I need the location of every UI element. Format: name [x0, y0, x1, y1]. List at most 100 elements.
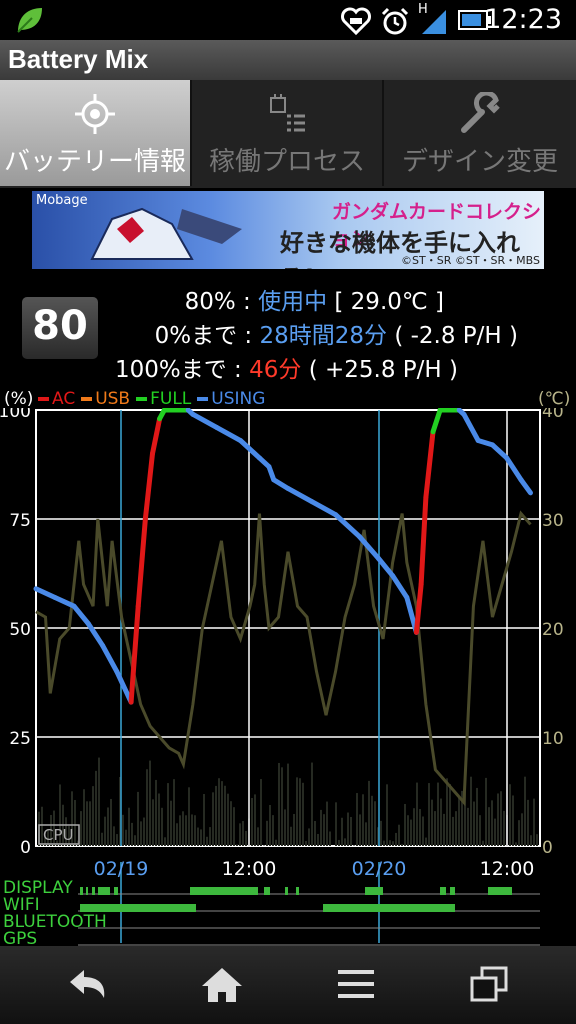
y-right-tick: 40	[542, 408, 564, 422]
tab-battery-info[interactable]: バッテリー情報	[0, 80, 192, 186]
cpu-bar	[308, 828, 310, 846]
cpu-bar	[221, 781, 223, 846]
cpu-bar	[269, 804, 271, 846]
battery-segment-using	[237, 438, 262, 461]
cpu-bar	[299, 778, 301, 846]
right-axis-unit: (℃)	[538, 389, 571, 409]
cpu-bar	[86, 801, 88, 846]
y-right-tick: 20	[542, 620, 564, 640]
cpu-bar	[347, 812, 349, 846]
cpu-bar	[161, 807, 163, 846]
cpu-bar	[425, 837, 427, 846]
cpu-bar	[134, 835, 136, 846]
status-row: 80% : 使用中 [ 29.0℃ ]	[185, 282, 444, 316]
cpu-bar	[242, 820, 244, 846]
legend-label-using: USING	[211, 389, 266, 409]
app-title: Battery Mix	[8, 44, 149, 74]
cpu-bar	[209, 827, 211, 846]
cpu-bar	[503, 810, 505, 846]
tab-label: バッテリー情報	[3, 147, 186, 177]
cpu-bar	[83, 789, 85, 846]
cpu-bar	[431, 799, 433, 846]
full-label: 100%まで :	[114, 357, 250, 383]
y-left-tick: 100	[0, 408, 31, 422]
heart-icon	[341, 7, 371, 36]
legend-swatch-ac	[38, 397, 49, 401]
y-left-tick: 0	[20, 838, 31, 858]
cpu-bar	[458, 796, 460, 846]
cpu-bar	[281, 767, 283, 846]
cpu-bar	[350, 816, 352, 846]
display-active-bar	[86, 887, 88, 895]
cpu-bar	[293, 813, 295, 846]
cpu-bar	[413, 808, 415, 846]
clock: 12:23	[484, 4, 562, 35]
battery-segment-using	[309, 499, 339, 518]
legend-label-usb: USB	[95, 389, 131, 409]
recent-apps-icon[interactable]	[466, 964, 514, 1004]
ad-banner[interactable]: Mobage ガンダムカードコレクション 好きな機体を手に入れろ! ©ST・SR…	[32, 191, 544, 269]
cpu-bar	[191, 814, 193, 846]
time-to-full-row: 100%まで : 46分 ( +25.8 P/H )	[115, 350, 458, 384]
left-axis-unit: (%)	[4, 389, 34, 409]
cpu-bar	[137, 791, 139, 846]
battery-level: 80	[32, 303, 88, 349]
cpu-bar	[500, 791, 502, 846]
cpu-bar	[227, 793, 229, 846]
battery-segment-ac	[135, 516, 148, 609]
cpu-bar	[233, 807, 235, 846]
cpu-bar	[515, 842, 517, 846]
cpu-bar	[92, 786, 94, 846]
cpu-bar	[488, 807, 490, 846]
cpu-bar	[116, 834, 118, 846]
cpu-bar	[374, 801, 376, 846]
battery-segment-using	[390, 573, 410, 600]
cpu-bar	[416, 782, 418, 846]
cpu-bar	[401, 843, 403, 846]
cpu-bar	[257, 827, 259, 846]
cpu-bar	[434, 811, 436, 846]
cpu-bar	[215, 785, 217, 846]
cpu-bar	[323, 814, 325, 846]
cpu-bar	[533, 798, 535, 846]
cpu-bar	[422, 816, 424, 846]
cpu-bar	[389, 840, 391, 846]
battery-segment-using	[85, 621, 106, 648]
cpu-bar	[131, 822, 133, 846]
cpu-bar	[479, 815, 481, 846]
cpu-bar	[149, 760, 151, 846]
cpu-bar	[494, 818, 496, 846]
tab-design[interactable]: デザイン変更	[384, 80, 576, 186]
cpu-bar	[338, 839, 340, 846]
cpu-bar	[452, 816, 454, 846]
home-icon[interactable]	[198, 964, 246, 1004]
legend-swatch-full	[136, 397, 148, 401]
tab-processes[interactable]: 稼働プロセス	[192, 80, 384, 186]
ad-credit: ©ST・SR ©ST・SR・MBS	[401, 254, 540, 267]
cpu-bar	[245, 830, 247, 846]
battery-segment-using	[190, 411, 220, 430]
cpu-bar	[455, 811, 457, 846]
cpu-bar	[446, 778, 448, 846]
cpu-bar	[383, 840, 385, 846]
cpu-bar	[290, 826, 292, 846]
cpu-bar	[260, 779, 262, 846]
leaf-icon	[17, 8, 42, 33]
full-rate: ( +25.8 P/H )	[301, 357, 458, 383]
display-active-bar	[450, 887, 455, 895]
cpu-bar	[404, 803, 406, 846]
cpu-bar	[185, 815, 187, 846]
alarm-icon	[381, 7, 409, 35]
cpu-bar	[158, 793, 160, 846]
back-icon[interactable]	[64, 964, 112, 1004]
cpu-bar	[518, 820, 520, 846]
cpu-bar	[491, 800, 493, 846]
battery-segment-using	[214, 424, 243, 444]
display-active-bar	[114, 887, 118, 895]
cpu-label: CPU	[43, 826, 74, 844]
cpu-bar	[110, 798, 112, 846]
cpu-bar	[362, 794, 364, 846]
cpu-bar	[275, 839, 277, 846]
menu-icon[interactable]	[332, 964, 380, 1004]
cpu-bar	[95, 770, 97, 846]
